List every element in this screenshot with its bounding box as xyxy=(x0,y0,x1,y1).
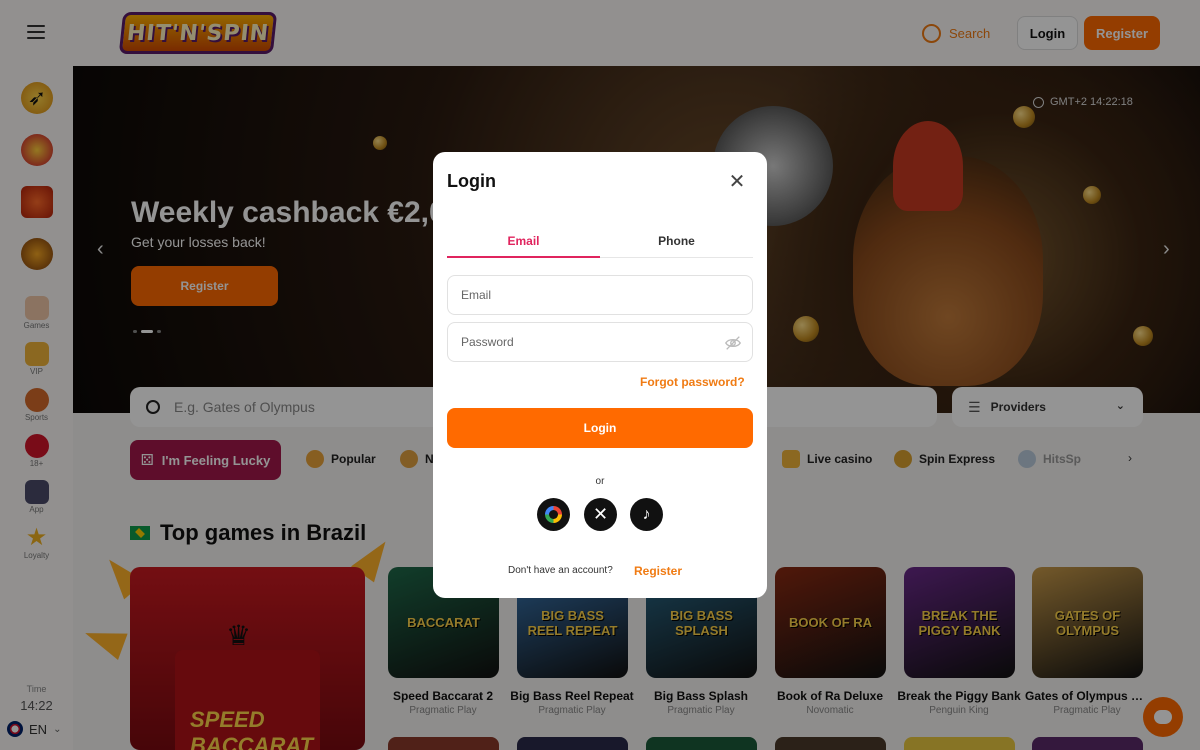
x-icon: ✕ xyxy=(592,504,609,524)
google-icon xyxy=(545,506,562,523)
register-link[interactable]: Register xyxy=(634,564,682,578)
tiktok-login-button[interactable]: ♪ xyxy=(630,498,663,531)
forgot-password-link[interactable]: Forgot password? xyxy=(640,375,745,389)
email-placeholder: Email xyxy=(461,288,492,302)
close-icon[interactable]: ✕ xyxy=(727,172,747,192)
eye-off-icon[interactable] xyxy=(724,334,742,352)
no-account-text: Don't have an account? xyxy=(508,565,613,576)
modal-title: Login xyxy=(447,171,496,191)
or-divider: or xyxy=(595,476,605,487)
x-login-button[interactable]: ✕ xyxy=(584,498,617,531)
email-field[interactable]: Email xyxy=(447,275,753,315)
login-submit-button[interactable]: Login xyxy=(447,408,753,448)
tab-active-indicator xyxy=(447,256,600,258)
password-field[interactable]: Password xyxy=(447,322,753,362)
tab-email[interactable]: Email xyxy=(447,234,600,248)
password-placeholder: Password xyxy=(461,335,514,349)
google-login-button[interactable] xyxy=(537,498,570,531)
tab-phone[interactable]: Phone xyxy=(600,234,753,248)
login-modal: Login ✕ Email Phone Email Password Forgo… xyxy=(433,152,767,598)
tiktok-icon: ♪ xyxy=(642,505,651,523)
